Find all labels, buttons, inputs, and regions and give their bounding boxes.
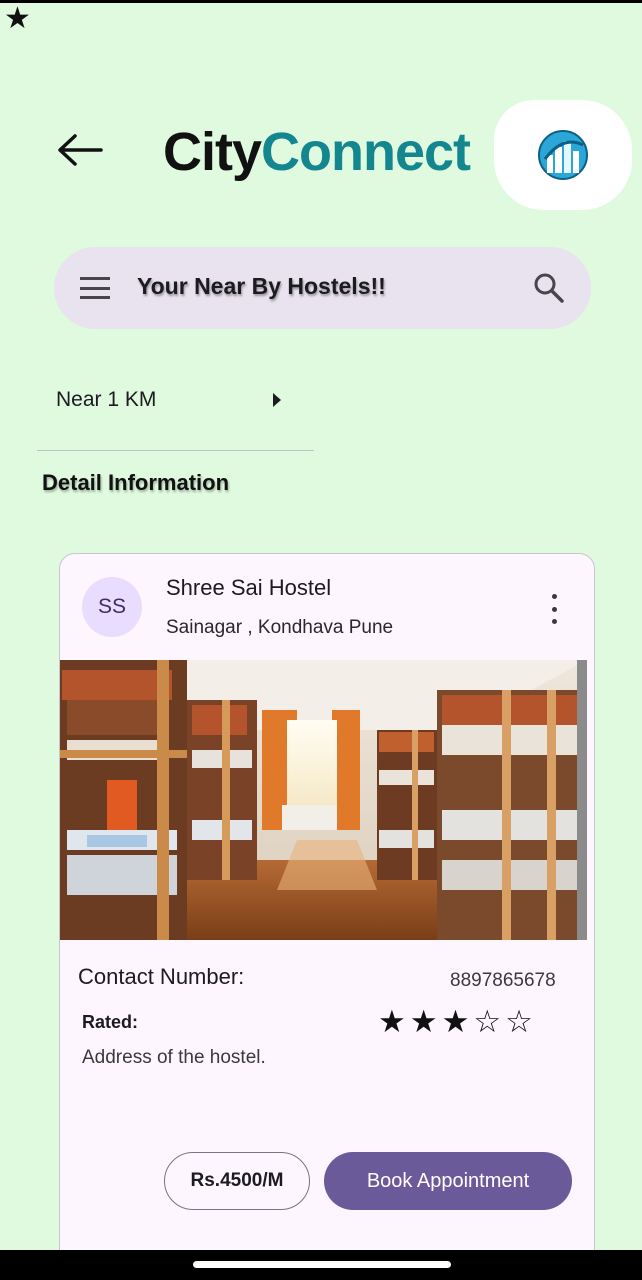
section-title: Detail Information — [42, 470, 230, 495]
hostel-photo — [60, 660, 587, 940]
rating-stars: ★★★☆☆ — [378, 1004, 537, 1039]
app-logo-text: CityConnect — [163, 122, 471, 182]
hostel-location: Sainagar , Kondhava Pune — [166, 617, 394, 638]
logo-badge — [494, 100, 632, 210]
hostel-name: Shree Sai Hostel — [166, 575, 332, 600]
logo-part-city: City — [163, 122, 262, 182]
search-bar[interactable]: Your Near By Hostels!! — [54, 247, 591, 329]
book-appointment-button[interactable]: Book Appointment — [324, 1152, 572, 1210]
hostel-address: Address of the hostel. — [82, 1047, 266, 1068]
city-logo-icon — [538, 130, 588, 180]
avatar: SS — [82, 577, 142, 637]
back-button[interactable] — [52, 128, 108, 172]
triangle-right-icon[interactable] — [273, 393, 281, 407]
system-navigation-bar — [0, 1250, 642, 1280]
rated-label: Rated: — [82, 1012, 139, 1032]
search-bar-title: Your Near By Hostels!! — [137, 273, 386, 299]
hostel-card[interactable]: SS Shree Sai Hostel Sainagar , Kondhava … — [59, 553, 595, 1273]
star-icon: ★ — [4, 2, 31, 35]
price-button[interactable]: Rs.4500/M — [164, 1152, 310, 1210]
divider — [37, 450, 314, 451]
arrow-left-icon — [58, 134, 103, 166]
distance-filter-label[interactable]: Near 1 KM — [56, 388, 156, 412]
top-edge-line — [0, 0, 642, 3]
logo-part-connect: Connect — [261, 122, 471, 182]
contact-number[interactable]: 8897865678 — [450, 970, 556, 992]
search-icon[interactable] — [532, 271, 566, 310]
hamburger-menu-icon[interactable] — [80, 274, 110, 302]
home-gesture-handle[interactable] — [193, 1261, 451, 1268]
contact-label: Contact Number: — [78, 964, 245, 989]
more-vert-icon[interactable] — [549, 594, 559, 624]
